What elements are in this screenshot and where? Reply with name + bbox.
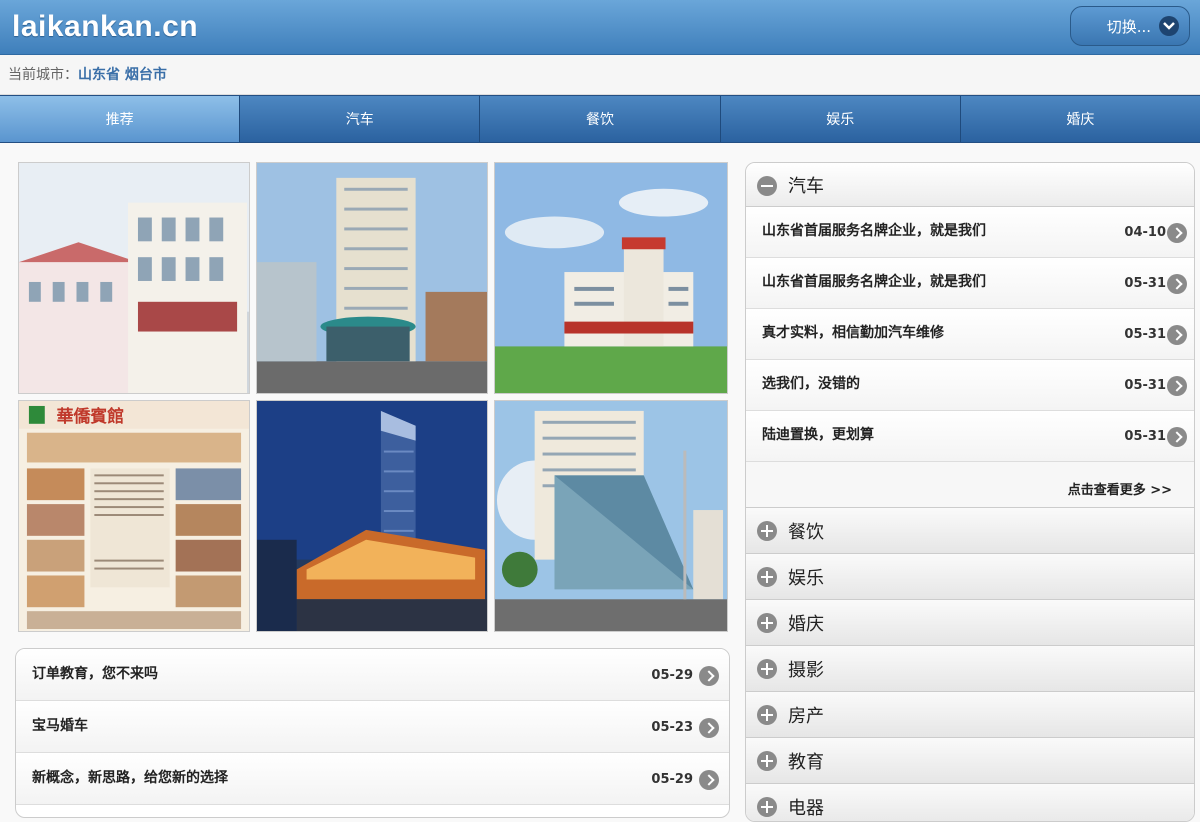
minus-circle-icon bbox=[757, 176, 777, 196]
list-item[interactable]: 订单教育，您不来吗 05-29 bbox=[16, 649, 729, 701]
switch-label: 切换... bbox=[1106, 17, 1151, 36]
chevron-right-icon bbox=[1167, 223, 1187, 243]
hotel-photo-2[interactable] bbox=[256, 162, 488, 394]
list-item-date: 05-23 bbox=[651, 720, 693, 735]
chevron-right-icon bbox=[1167, 376, 1187, 396]
news-list: 订单教育，您不来吗 05-29 宝马婚车 05-23 新概念，新思路，给您新的选… bbox=[15, 648, 730, 818]
list-item-date: 05-31 bbox=[1124, 378, 1166, 393]
list-item[interactable]: 山东省首届服务名牌企业，就是我们 04-10 bbox=[746, 207, 1194, 258]
list-item[interactable]: 选我们，没错的 05-31 bbox=[746, 360, 1194, 411]
section-title: 房产 bbox=[788, 705, 824, 727]
list-item-title: 山东省首届服务名牌企业，就是我们 bbox=[762, 223, 986, 239]
hotel-photo-6[interactable] bbox=[494, 400, 728, 632]
hotel-photo-3[interactable] bbox=[494, 162, 728, 394]
section-title: 摄影 bbox=[788, 659, 824, 681]
city-value[interactable]: 山东省 烟台市 bbox=[78, 67, 167, 83]
list-item-title: 新概念，新思路，给您新的选择 bbox=[32, 770, 228, 786]
list-item-date: 04-10 bbox=[1124, 225, 1166, 240]
list-item-title: 陆迪置换，更划算 bbox=[762, 427, 874, 443]
plus-circle-icon bbox=[757, 797, 777, 817]
chevron-right-icon bbox=[699, 666, 719, 686]
hotel-banner-text: 華僑賓館 bbox=[57, 406, 124, 426]
chevron-right-icon bbox=[699, 718, 719, 738]
section-title: 电器 bbox=[788, 797, 824, 819]
list-item[interactable]: 新概念，新思路，给您新的选择 05-29 bbox=[16, 753, 729, 805]
section-header-realestate[interactable]: 房产 bbox=[746, 692, 1194, 738]
plus-circle-icon bbox=[757, 705, 777, 725]
hotel-photo-5[interactable] bbox=[256, 400, 488, 632]
list-item[interactable]: 宝马婚车 05-23 bbox=[16, 701, 729, 753]
section-header-auto[interactable]: 汽车 bbox=[746, 163, 1194, 207]
tab-recommend[interactable]: 推荐 bbox=[0, 96, 241, 142]
chevron-right-icon bbox=[699, 770, 719, 790]
list-item-title: 宝马婚车 bbox=[32, 718, 88, 734]
plus-circle-icon bbox=[757, 659, 777, 679]
section-header-dining[interactable]: 餐饮 bbox=[746, 508, 1194, 554]
section-header-photography[interactable]: 摄影 bbox=[746, 646, 1194, 692]
section-header-education[interactable]: 教育 bbox=[746, 738, 1194, 784]
tab-dining[interactable]: 餐饮 bbox=[480, 96, 721, 142]
section-header-appliances[interactable]: 电器 bbox=[746, 784, 1194, 821]
hotel-photo-1[interactable] bbox=[18, 162, 250, 394]
site-logo[interactable]: laikankan.cn bbox=[12, 10, 198, 44]
list-item[interactable]: 山东省首届服务名牌企业，就是我们 05-31 bbox=[746, 258, 1194, 309]
tab-auto[interactable]: 汽车 bbox=[240, 96, 481, 142]
section-title: 教育 bbox=[788, 751, 824, 773]
list-item-date: 05-31 bbox=[1124, 276, 1166, 291]
section-title: 餐饮 bbox=[788, 521, 824, 543]
chevron-right-icon bbox=[1167, 427, 1187, 447]
chevron-right-icon bbox=[1167, 274, 1187, 294]
list-item-title: 山东省首届服务名牌企业，就是我们 bbox=[762, 274, 986, 290]
section-header-wedding[interactable]: 婚庆 bbox=[746, 600, 1194, 646]
chevron-right-icon bbox=[1167, 325, 1187, 345]
city-label: 当前城市： bbox=[8, 67, 78, 83]
section-title: 娱乐 bbox=[788, 567, 824, 589]
tab-wedding[interactable]: 婚庆 bbox=[961, 96, 1200, 142]
chevron-down-icon bbox=[1159, 16, 1179, 36]
current-city-bar: 当前城市：山东省 烟台市 bbox=[0, 55, 1200, 95]
list-item-date: 05-29 bbox=[651, 772, 693, 787]
list-item[interactable]: 真才实料，相信勤加汽车维修 05-31 bbox=[746, 309, 1194, 360]
category-nav: 推荐 汽车 餐饮 娱乐 婚庆 bbox=[0, 95, 1200, 143]
plus-circle-icon bbox=[757, 751, 777, 771]
hotel-brochure-photo[interactable]: 華僑賓館 bbox=[18, 400, 250, 632]
photo-gallery: 華僑賓館 bbox=[18, 162, 728, 634]
list-item-date: 05-29 bbox=[651, 668, 693, 683]
plus-circle-icon bbox=[757, 521, 777, 541]
list-item[interactable]: 陆迪置换，更划算 05-31 bbox=[746, 411, 1194, 462]
list-item-title: 真才实料，相信勤加汽车维修 bbox=[762, 325, 944, 341]
plus-circle-icon bbox=[757, 567, 777, 587]
section-title: 婚庆 bbox=[788, 613, 824, 635]
list-item-date: 05-31 bbox=[1124, 327, 1166, 342]
list-item-title: 选我们，没错的 bbox=[762, 376, 860, 392]
list-item-date: 05-31 bbox=[1124, 429, 1166, 444]
app-header: laikankan.cn 切换... bbox=[0, 0, 1200, 55]
section-title: 汽车 bbox=[788, 175, 824, 197]
plus-circle-icon bbox=[757, 613, 777, 633]
more-link[interactable]: 点击查看更多 >> bbox=[746, 462, 1194, 508]
tab-entertainment[interactable]: 娱乐 bbox=[721, 96, 961, 142]
switch-city-button[interactable]: 切换... bbox=[1070, 6, 1190, 46]
list-item-title: 订单教育，您不来吗 bbox=[32, 666, 158, 682]
category-accordion: 汽车 山东省首届服务名牌企业，就是我们 04-10 山东省首届服务名牌企业，就是… bbox=[745, 162, 1195, 822]
section-header-entertainment[interactable]: 娱乐 bbox=[746, 554, 1194, 600]
